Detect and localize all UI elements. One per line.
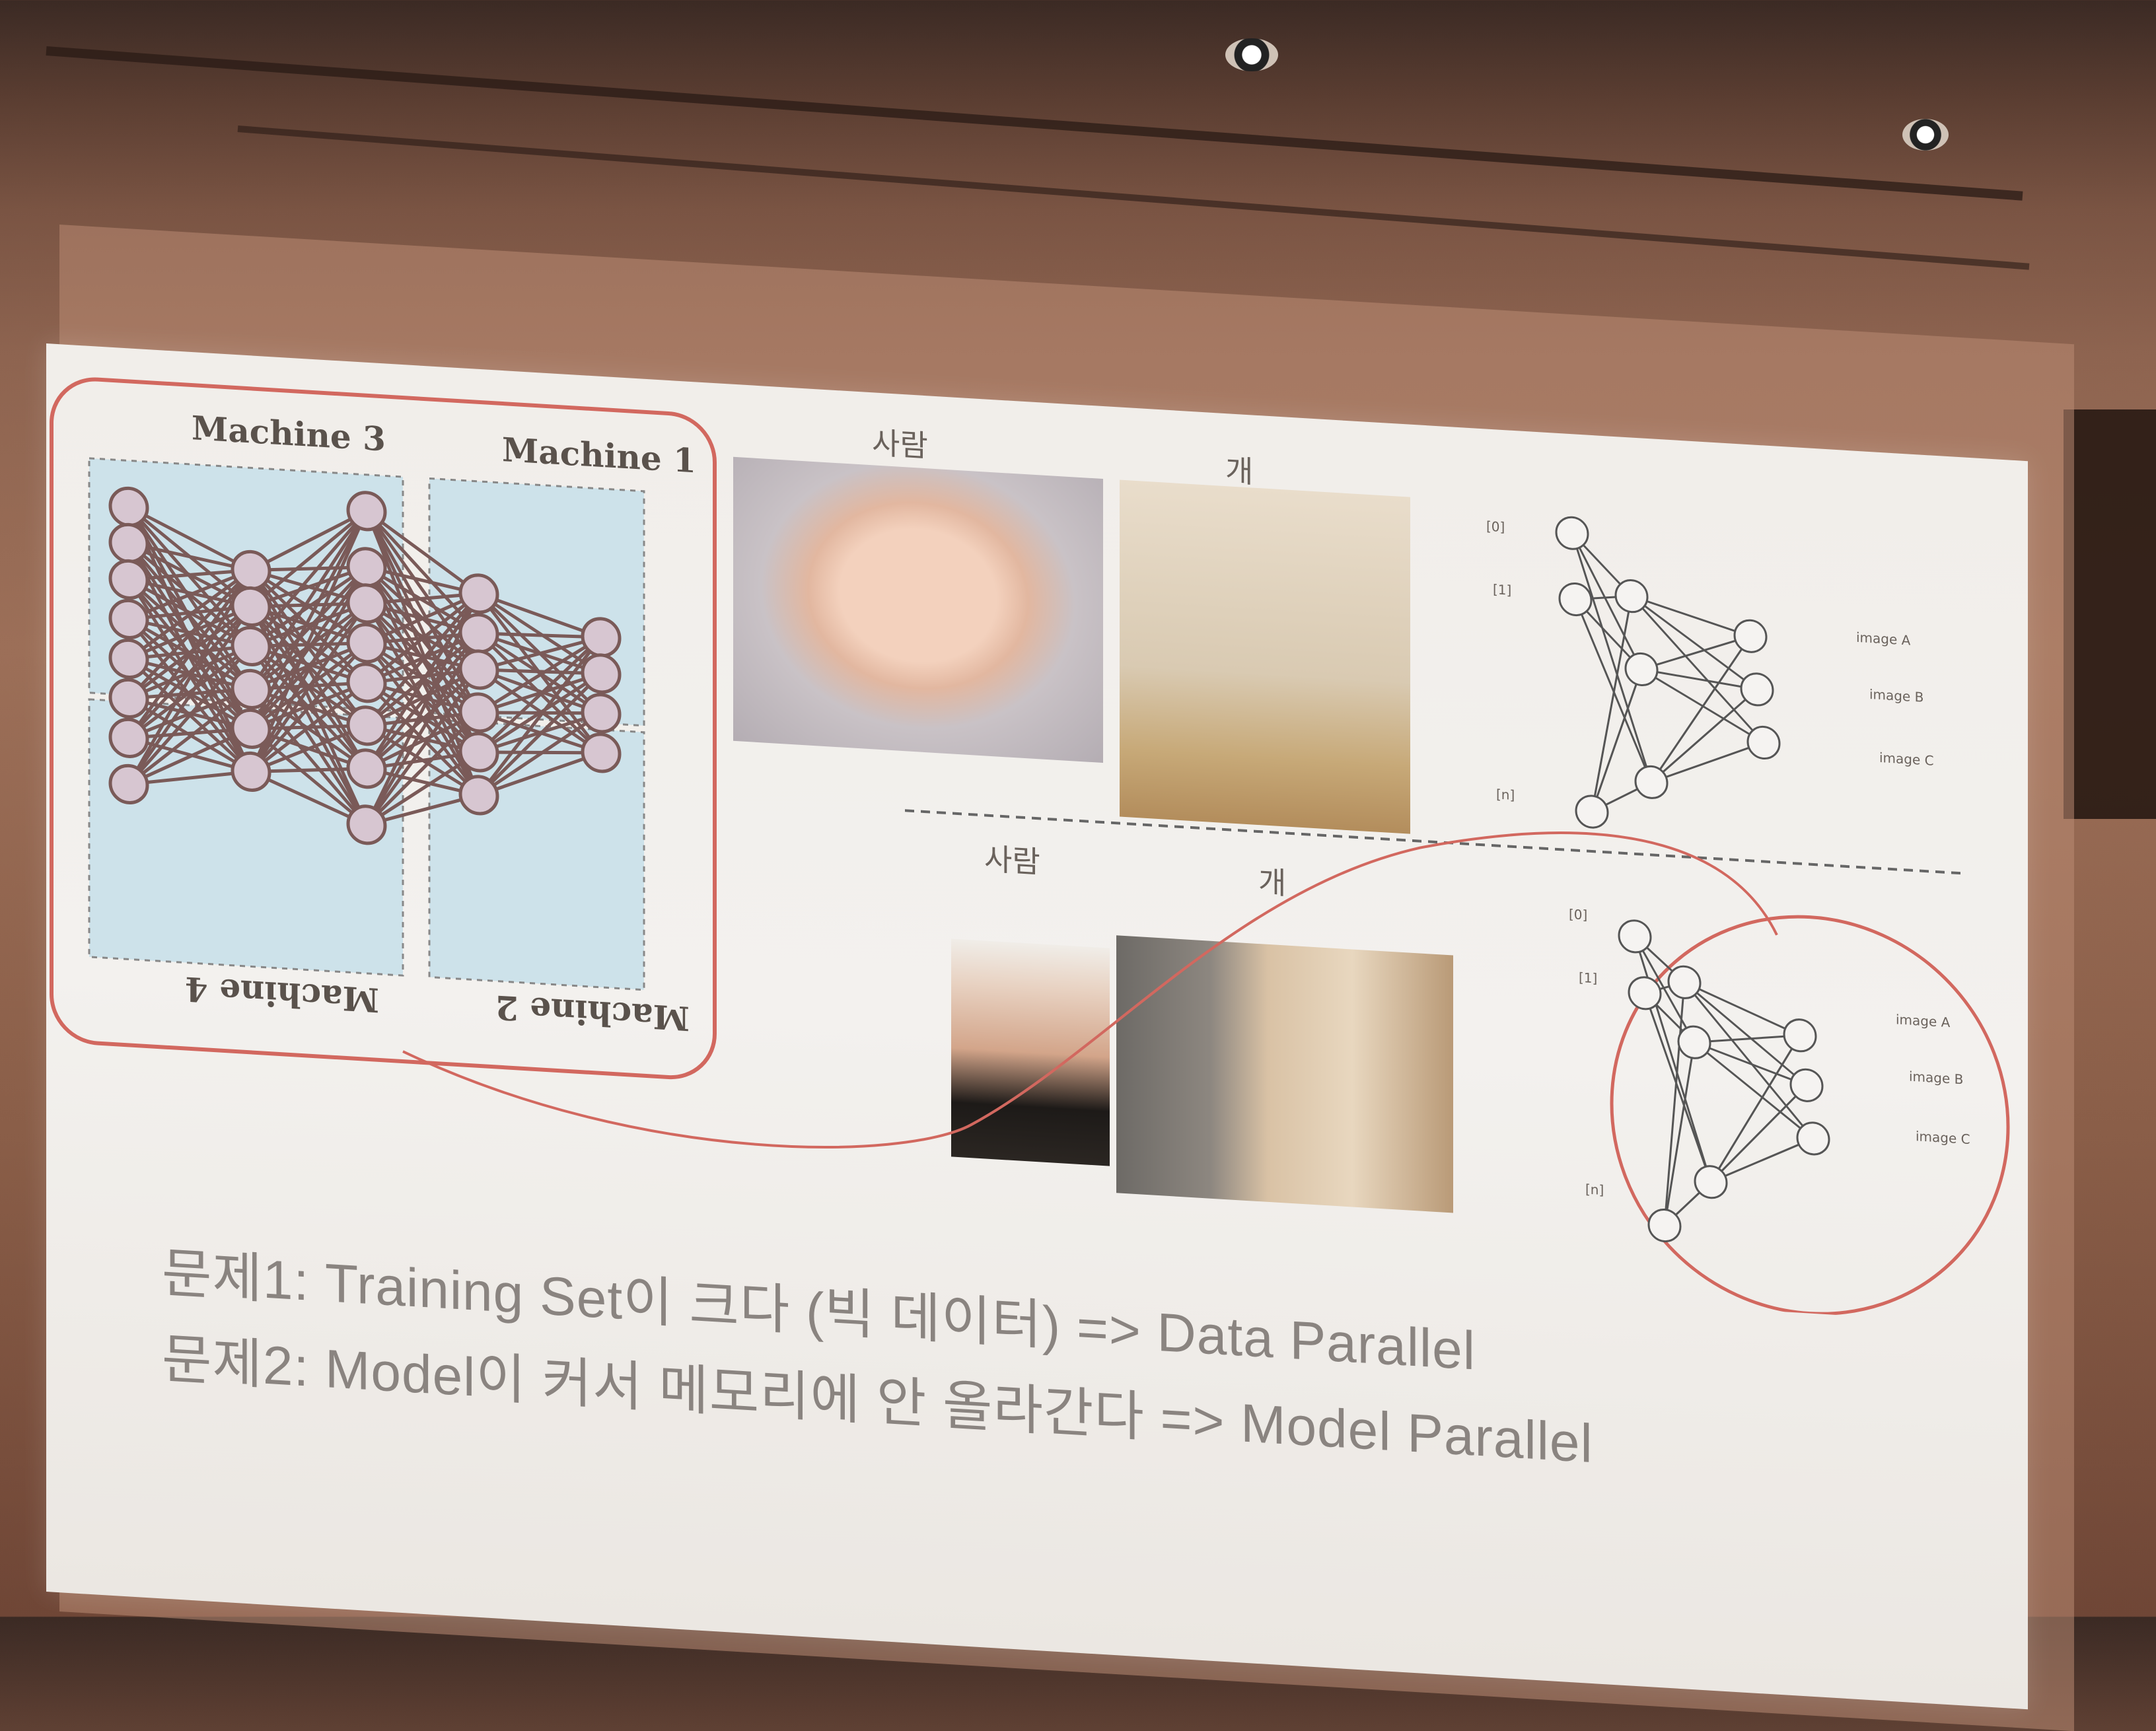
neural-network-top	[1555, 516, 1781, 829]
node	[1733, 619, 1768, 653]
node	[1746, 725, 1781, 760]
node	[1575, 795, 1609, 829]
node	[1624, 652, 1659, 687]
node	[1614, 579, 1649, 614]
edge	[1694, 1041, 1807, 1086]
edge	[1684, 981, 1801, 1037]
net-bottom-input-1: [1]	[1579, 969, 1598, 987]
net-top-input-1: [1]	[1493, 581, 1512, 598]
net-top-output-b: image B	[1869, 686, 1924, 705]
node	[1783, 1018, 1817, 1053]
edge	[1709, 1084, 1808, 1183]
ceiling-rail	[46, 46, 2023, 201]
edge	[1663, 1042, 1696, 1226]
node	[1667, 965, 1702, 999]
edge	[1643, 993, 1712, 1183]
node	[1789, 1068, 1824, 1102]
node	[1634, 765, 1669, 799]
net-bottom-output-c: image C	[1916, 1128, 1970, 1148]
ceiling-light	[1225, 38, 1278, 71]
node	[1618, 919, 1652, 954]
net-bottom-output-b: image B	[1909, 1068, 1964, 1088]
node	[1647, 1209, 1682, 1243]
edge	[1663, 982, 1686, 1226]
net-bottom-input-n: [n]	[1585, 1181, 1604, 1199]
net-top-input-n: [n]	[1496, 786, 1515, 804]
node	[1558, 582, 1593, 617]
edge	[1651, 742, 1764, 783]
node	[1740, 672, 1774, 707]
node	[1628, 976, 1662, 1010]
net-top-input-0: [0]	[1486, 518, 1505, 536]
ceiling-rail-lower	[237, 125, 2030, 270]
wall-dark-panel	[2064, 409, 2156, 819]
node	[1555, 516, 1589, 550]
net-top-output-c: image C	[1879, 749, 1934, 769]
net-top-output-a: image A	[1856, 629, 1911, 649]
node	[1677, 1025, 1711, 1059]
edge	[1683, 981, 1815, 1139]
ceiling-light	[1902, 119, 1949, 151]
net-bottom-input-0: [0]	[1569, 905, 1588, 923]
net-bottom-output-a: image A	[1896, 1011, 1951, 1031]
node	[1694, 1165, 1728, 1199]
node	[1796, 1121, 1830, 1156]
neural-network-bottom	[1610, 915, 2010, 1316]
edge	[1650, 688, 1758, 783]
projected-slide: Machine 3 Machine 1 Machine 4 Machine 2 …	[46, 343, 2028, 1710]
